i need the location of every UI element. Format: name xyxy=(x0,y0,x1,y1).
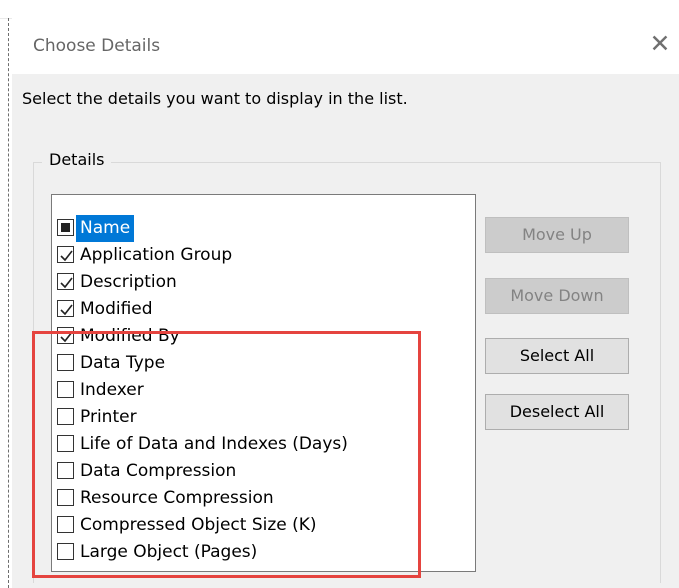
background-window-border xyxy=(8,18,9,588)
detail-item-label: Printer xyxy=(80,407,137,427)
checkbox[interactable] xyxy=(57,516,74,533)
checkbox[interactable] xyxy=(57,219,74,236)
dialog-title: Choose Details xyxy=(33,36,161,56)
background-window-strip: ▔▔▔▔▔▔▔▔▔▔ ▔▔▔▔▔▔▔▔▔▔ xyxy=(0,0,679,19)
detail-item-label: Life of Data and Indexes (Days) xyxy=(80,434,348,454)
checkbox[interactable] xyxy=(57,435,74,452)
details-list[interactable]: Name Application Group Description Modified… xyxy=(51,194,476,572)
deselect-all-button[interactable]: Deselect All xyxy=(485,394,629,430)
detail-item-label: Data Compression xyxy=(80,461,237,481)
checkbox[interactable] xyxy=(57,489,74,506)
select-all-button[interactable]: Select All xyxy=(485,338,629,374)
detail-item-label: Application Group xyxy=(80,245,233,265)
detail-item-label: Large Object (Pages) xyxy=(80,542,258,562)
detail-item-label: Resource Compression xyxy=(80,488,274,508)
checkbox[interactable] xyxy=(57,300,74,317)
detail-item-label: Indexer xyxy=(80,380,144,400)
move-up-button[interactable]: Move Up xyxy=(485,217,629,253)
move-down-button[interactable]: Move Down xyxy=(485,278,629,314)
close-icon[interactable]: ✕ xyxy=(648,31,672,56)
background-text-fragment-left: ▔▔▔▔▔▔▔▔▔▔ xyxy=(20,0,210,5)
detail-item-label: Name xyxy=(76,215,135,242)
checkbox[interactable] xyxy=(57,273,74,290)
instructions-text: Select the details you want to display i… xyxy=(22,89,408,108)
detail-item-label: Modified By xyxy=(80,326,180,346)
checkbox[interactable] xyxy=(57,354,74,371)
detail-item-label: Compressed Object Size (K) xyxy=(80,515,317,535)
checkbox[interactable] xyxy=(57,462,74,479)
checkbox[interactable] xyxy=(57,381,74,398)
background-text-fragment-right: ▔▔▔▔▔▔▔▔▔▔ xyxy=(410,0,600,5)
title-bar: Choose Details ✕ xyxy=(12,18,679,74)
detail-item-label: Description xyxy=(80,272,177,292)
details-group-label: Details xyxy=(42,150,112,169)
checkbox[interactable] xyxy=(57,327,74,344)
checkbox[interactable] xyxy=(57,543,74,560)
detail-item-label: Modified xyxy=(80,299,153,319)
checkbox[interactable] xyxy=(57,246,74,263)
checkbox[interactable] xyxy=(57,408,74,425)
detail-item-label: Data Type xyxy=(80,353,166,373)
